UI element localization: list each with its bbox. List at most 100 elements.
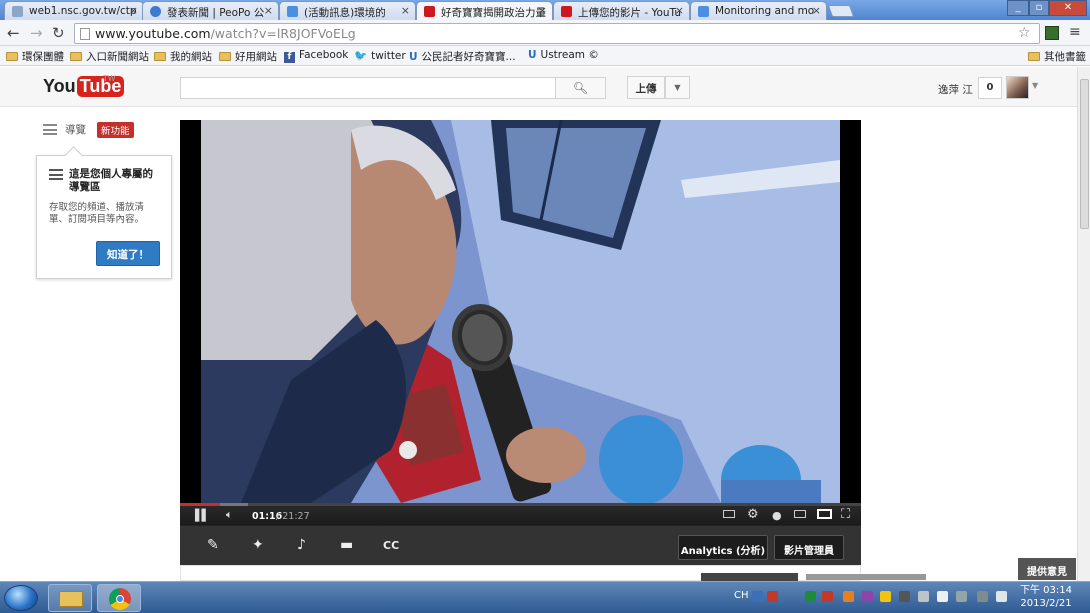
input-language[interactable]: CH: [734, 590, 749, 601]
annotation-add-icon[interactable]: ▬: [340, 537, 353, 553]
tray-icon[interactable]: [880, 591, 891, 602]
pause-icon[interactable]: ▌▌: [195, 509, 210, 522]
window-close-button[interactable]: ✕: [1049, 0, 1087, 16]
close-icon[interactable]: ×: [538, 4, 547, 17]
bookmark-item[interactable]: 好用網站: [219, 49, 277, 64]
youtube-logo[interactable]: You Tube TW: [43, 74, 125, 97]
video-player[interactable]: ▌▌ 🔈︎ 01:16 / 21:27 ⚙ ● ⛶: [180, 120, 861, 525]
menu-icon[interactable]: ≡: [1069, 24, 1081, 40]
scrollbar-thumb[interactable]: [1080, 79, 1089, 229]
guide-popup-body: 存取您的頻道、播放清單、訂閱項目等內容。: [49, 202, 145, 225]
search-input[interactable]: [180, 77, 556, 99]
captions-add-icon[interactable]: CC: [383, 539, 399, 552]
logo-tube: Tube: [76, 76, 125, 97]
bookmark-label: Facebook: [299, 49, 349, 61]
upload-dropdown-button[interactable]: ▼: [665, 76, 690, 99]
tab-label: 上傳您的影片 - YouTu: [578, 7, 682, 19]
video-manager-button[interactable]: 影片管理員: [774, 535, 844, 560]
bookmark-item[interactable]: U Ustream ©: [528, 49, 599, 61]
maximize-button[interactable]: ▫: [1029, 0, 1049, 16]
browser-toolbar: ← → ↻ www.youtube.com/watch?v=lR8JOFVoEL…: [0, 20, 1090, 46]
pencil-icon[interactable]: ✎: [207, 537, 219, 553]
bookmark-item[interactable]: 入口新聞網站: [70, 49, 149, 64]
page-scrollbar[interactable]: [1077, 67, 1090, 581]
close-icon[interactable]: ×: [675, 4, 684, 17]
address-bar[interactable]: www.youtube.com/watch?v=lR8JOFVoELg: [74, 23, 1040, 44]
annotations-icon[interactable]: ●: [772, 509, 782, 522]
got-it-button[interactable]: 知道了！: [96, 241, 160, 266]
bookmark-item[interactable]: f Facebook: [284, 49, 348, 63]
bookmark-item[interactable]: U 公民記者好奇寶寶...: [409, 49, 516, 64]
fullscreen-icon[interactable]: ⛶: [841, 507, 850, 522]
notification-count[interactable]: 0: [978, 77, 1002, 99]
related-video-title[interactable]: [806, 574, 926, 580]
analytics-button[interactable]: Analytics (分析): [678, 535, 768, 560]
start-button[interactable]: [4, 585, 38, 611]
speaker-icon[interactable]: [996, 591, 1007, 602]
guide-popup: 這是您個人專屬的導覽區 存取您的頻道、播放清單、訂閱項目等內容。 知道了！: [36, 155, 172, 279]
minimize-button[interactable]: _: [1007, 0, 1029, 16]
bookmark-item[interactable]: 🐦 twitter: [354, 49, 406, 62]
reload-icon[interactable]: ↻: [52, 24, 65, 42]
chevron-down-icon[interactable]: ▼: [1032, 81, 1038, 90]
ime-icon[interactable]: [752, 591, 763, 602]
folder-icon: [219, 52, 231, 61]
avatar[interactable]: [1006, 76, 1029, 99]
gear-icon[interactable]: ⚙: [747, 507, 759, 522]
tray-icon[interactable]: [822, 591, 833, 602]
close-icon[interactable]: ×: [401, 4, 410, 17]
progress-bar[interactable]: [180, 503, 861, 506]
folder-icon: [154, 52, 166, 61]
back-arrow-icon[interactable]: ←: [7, 24, 20, 42]
captions-icon[interactable]: [723, 510, 735, 518]
browser-tab-active[interactable]: 好奇寶寶揭開政治力量 ×: [416, 1, 553, 20]
new-tab-button[interactable]: [827, 5, 855, 17]
network-icon[interactable]: [956, 591, 967, 602]
music-note-icon[interactable]: ♪: [297, 537, 306, 553]
small-player-icon[interactable]: [794, 510, 806, 518]
guide-button[interactable]: 導覽: [43, 122, 86, 137]
browser-tab[interactable]: web1.nsc.gov.tw/ctp ×: [4, 1, 144, 20]
explorer-taskbar-button[interactable]: [48, 584, 92, 612]
browser-tab[interactable]: 上傳您的影片 - YouTu ×: [553, 1, 690, 20]
browser-tab[interactable]: Monitoring and mo ×: [690, 1, 827, 20]
tray-icon[interactable]: [843, 591, 854, 602]
video-frame[interactable]: [201, 120, 840, 503]
magic-wand-icon[interactable]: ✦: [252, 537, 264, 553]
upload-button[interactable]: 上傳: [627, 76, 665, 99]
bookmark-item[interactable]: 環保團體: [6, 49, 64, 64]
star-icon[interactable]: ☆: [1018, 25, 1031, 41]
bookmark-item[interactable]: 我的網站: [154, 49, 212, 64]
tray-icon[interactable]: [977, 591, 988, 602]
clock-time: 下午 03:14: [1020, 585, 1072, 596]
browser-tab[interactable]: (活動訊息)環境的 ×: [279, 1, 416, 20]
close-icon[interactable]: ×: [264, 4, 273, 17]
system-clock[interactable]: 下午 03:14 2013/2/21: [1020, 584, 1072, 610]
user-name[interactable]: 逸萍 江: [938, 82, 973, 97]
tray-icon[interactable]: [862, 591, 873, 602]
feedback-button[interactable]: 提供意見: [1018, 558, 1076, 580]
youtube-page: You Tube TW 🔍︎ 上傳 ▼ 逸萍 江 0 ▼ 導覽 新功能 這是您個人…: [0, 67, 1077, 581]
extension-icon[interactable]: [1045, 26, 1059, 40]
tray-icon[interactable]: [805, 591, 816, 602]
chrome-taskbar-button[interactable]: [97, 584, 141, 612]
tray-icon[interactable]: [899, 591, 910, 602]
flag-icon[interactable]: [937, 591, 948, 602]
browser-tab[interactable]: 發表新聞 | PeoPo 公 ×: [142, 1, 279, 20]
played-bar: [180, 503, 221, 506]
search-icon: 🔍︎: [572, 81, 589, 95]
large-player-icon[interactable]: [817, 509, 832, 519]
bookmark-label: Ustream ©: [540, 49, 599, 61]
forward-arrow-icon[interactable]: →: [30, 24, 43, 42]
ime-mode-icon[interactable]: [767, 591, 778, 602]
other-bookmarks[interactable]: 其他書籤: [1028, 49, 1086, 64]
volume-icon[interactable]: 🔈︎: [226, 508, 233, 522]
related-video-thumbnail[interactable]: [701, 573, 798, 581]
search-button[interactable]: 🔍︎: [555, 77, 606, 99]
volume-icon[interactable]: [918, 591, 929, 602]
clock-date: 2013/2/21: [1020, 598, 1072, 609]
close-icon[interactable]: ×: [812, 4, 821, 17]
logo-you: You: [43, 76, 76, 96]
close-icon[interactable]: ×: [129, 4, 138, 17]
chevron-down-icon: ▼: [674, 83, 681, 92]
